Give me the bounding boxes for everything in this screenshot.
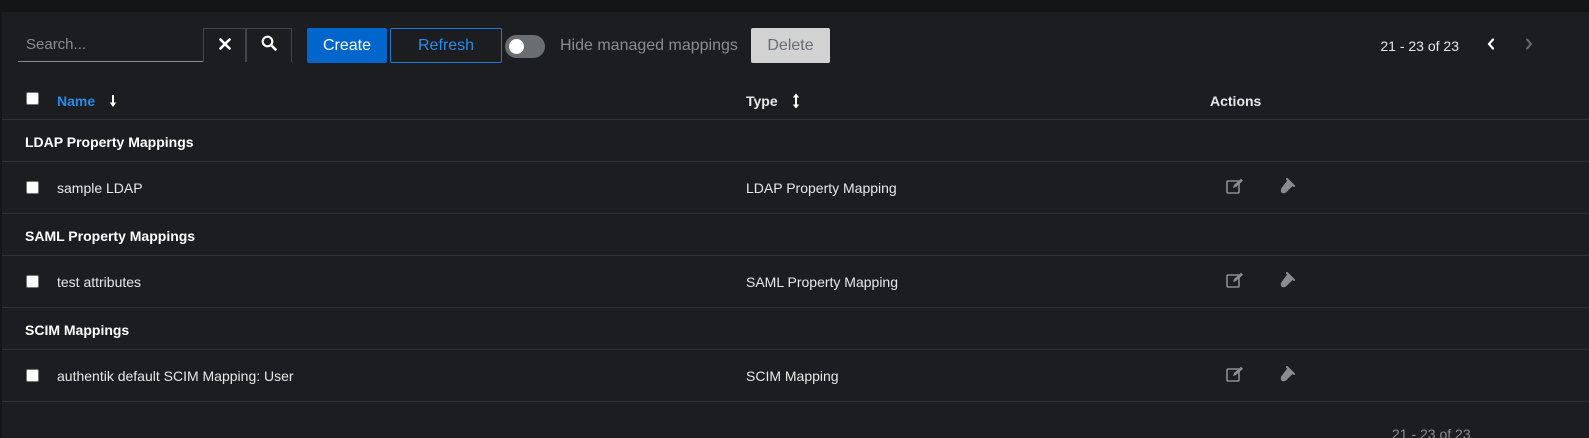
delete-button[interactable]: Delete [751,28,830,63]
mappings-panel: Create Refresh Hide managed mappings Del… [2,12,1589,438]
search-group [18,28,292,62]
mapping-name: sample LDAP [57,180,143,196]
edit-button[interactable] [1225,178,1245,198]
column-header-name[interactable]: Name [57,93,117,109]
sort-icon [792,93,800,109]
group-header: SAML Property Mappings [2,214,1589,256]
column-type-label: Type [746,93,778,109]
row-checkbox[interactable] [26,181,39,194]
flask-icon [1279,177,1295,199]
column-header-type[interactable]: Type [746,93,800,109]
group-header: SCIM Mappings [2,308,1589,350]
close-icon [218,37,231,55]
previous-page-button[interactable] [1483,36,1499,56]
table-row: test attributes SAML Property Mapping [2,256,1589,308]
edit-button[interactable] [1225,366,1245,386]
pagination: 21 - 23 of 23 [1380,36,1537,56]
search-button[interactable] [246,28,292,62]
mapping-type: SAML Property Mapping [746,274,898,290]
toolbar: Create Refresh Hide managed mappings Del… [2,12,1589,80]
mapping-name: test attributes [57,274,142,290]
chevron-right-icon [1525,37,1533,55]
refresh-button[interactable]: Refresh [390,28,502,63]
test-button[interactable] [1277,271,1297,293]
bottom-pagination-range: 21 - 23 of 23 [1392,426,1471,438]
flask-icon [1279,365,1295,387]
edit-icon [1226,272,1244,293]
mapping-type: LDAP Property Mapping [746,180,897,196]
clear-search-button[interactable] [203,28,246,62]
edit-icon [1226,366,1244,387]
table-row: sample LDAP LDAP Property Mapping [2,162,1589,214]
group-title: SAML Property Mappings [25,228,196,244]
search-input[interactable] [18,28,203,61]
test-button[interactable] [1277,365,1297,387]
group-header: LDAP Property Mappings [2,120,1589,162]
chevron-left-icon [1487,37,1495,55]
next-page-button[interactable] [1521,36,1537,56]
column-name-label: Name [57,93,96,109]
hide-managed-label: Hide managed mappings [560,37,738,54]
row-checkbox[interactable] [26,275,39,288]
toggle-knob [509,39,524,54]
select-all-checkbox[interactable] [26,92,39,105]
table-row: authentik default SCIM Mapping: User SCI… [2,350,1589,402]
test-button[interactable] [1277,177,1297,199]
group-title: SCIM Mappings [25,322,130,338]
mapping-type: SCIM Mapping [746,368,839,384]
mappings-table: Name Type Actions LDAP Property Mappings… [2,80,1589,402]
search-icon [261,35,277,56]
create-button[interactable]: Create [307,28,387,63]
group-title: LDAP Property Mappings [25,134,194,150]
column-header-actions: Actions [1210,93,1262,109]
pagination-range: 21 - 23 of 23 [1380,38,1459,54]
table-header: Name Type Actions [2,80,1589,120]
flask-icon [1279,271,1295,293]
hide-managed-toggle[interactable] [505,35,545,58]
row-checkbox[interactable] [26,369,39,382]
sort-down-icon [109,94,117,108]
edit-button[interactable] [1225,272,1245,292]
mapping-name: authentik default SCIM Mapping: User [57,368,294,384]
edit-icon [1226,178,1244,199]
